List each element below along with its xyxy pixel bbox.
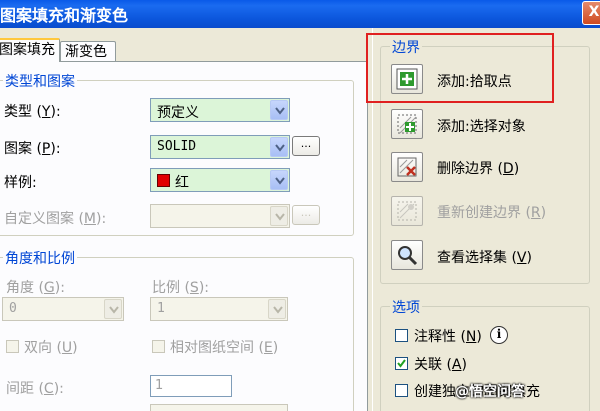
spacing-input-value: 1 <box>155 378 164 393</box>
remove-boundaries-button[interactable] <box>391 152 423 182</box>
title-bar: 图案填充和渐变色 X <box>0 0 600 28</box>
pattern-select[interactable]: SOLID <box>150 135 290 159</box>
chevron-down-icon[interactable] <box>270 100 288 120</box>
annotative-label: 注释性 (N) <box>414 329 482 345</box>
chevron-down-icon[interactable] <box>270 206 288 226</box>
iso-pen-select[interactable] <box>150 404 288 411</box>
create-independent-checkbox[interactable] <box>395 384 408 397</box>
custom-pattern-browse-button[interactable]: ... <box>292 205 320 225</box>
custom-pattern-select[interactable] <box>150 204 290 228</box>
pattern-label: 图案 (P): <box>4 141 61 157</box>
chevron-down-icon[interactable] <box>270 170 288 190</box>
remove-boundaries-label[interactable]: 删除边界 (D) <box>437 158 519 178</box>
chevron-down-icon[interactable] <box>268 299 286 319</box>
type-select-value: 预定义 <box>157 105 199 121</box>
relative-paper-space-label: 相对图纸空间 (E) <box>170 340 279 356</box>
angle-scale-group-label: 角度和比例 <box>3 248 77 268</box>
scale-select-value: 1 <box>157 301 165 316</box>
scale-label: 比例 (S): <box>152 280 209 296</box>
type-select[interactable]: 预定义 <box>150 98 290 122</box>
swatch-color-icon <box>157 174 170 187</box>
checkmark-icon <box>397 359 406 368</box>
swatch-label: 样例: <box>4 175 37 191</box>
swatch-select[interactable]: 红 <box>150 168 290 192</box>
type-label: 类型 (Y): <box>4 104 61 120</box>
pattern-select-value: SOLID <box>157 139 197 154</box>
options-group-label: 选项 <box>390 297 422 317</box>
angle-select[interactable]: 0 <box>2 297 124 321</box>
info-icon[interactable]: i <box>490 326 508 344</box>
double-checkbox[interactable] <box>6 340 19 353</box>
add-select-objects-label[interactable]: 添加:选择对象 <box>437 116 526 136</box>
add-select-objects-icon <box>397 114 417 134</box>
recreate-boundary-icon <box>397 201 417 221</box>
chevron-down-icon[interactable] <box>270 137 288 157</box>
swatch-select-value: 红 <box>175 175 189 191</box>
pattern-browse-button[interactable]: ... <box>292 136 320 156</box>
annotative-checkbox[interactable] <box>395 329 408 342</box>
tab-hatch[interactable]: 图案填充 <box>0 38 60 62</box>
close-button[interactable]: X <box>582 1 600 25</box>
type-pattern-group-label: 类型和图案 <box>3 71 77 91</box>
watermark: @悟空问答 <box>455 384 525 400</box>
associative-checkbox[interactable] <box>395 357 408 370</box>
window-title: 图案填充和渐变色 <box>0 6 129 25</box>
remove-boundaries-icon <box>397 157 417 177</box>
chevron-down-icon[interactable] <box>104 299 122 319</box>
recreate-boundary-button[interactable] <box>391 196 423 226</box>
magnifier-icon <box>398 246 418 266</box>
highlight-box <box>366 33 554 103</box>
scale-select[interactable]: 1 <box>150 297 288 321</box>
custom-pattern-label: 自定义图案 (M): <box>4 211 107 227</box>
add-select-objects-button[interactable] <box>391 109 423 139</box>
tab-gradient[interactable]: 渐变色 <box>60 41 116 63</box>
double-label: 双向 (U) <box>24 340 78 356</box>
angle-select-value: 0 <box>9 301 17 316</box>
spacing-label: 间距 (C): <box>6 381 64 397</box>
relative-paper-space-checkbox[interactable] <box>152 340 165 353</box>
view-selections-button[interactable] <box>391 240 423 270</box>
view-selections-label[interactable]: 查看选择集 (V) <box>437 247 532 267</box>
recreate-boundary-label[interactable]: 重新创建边界 (R) <box>437 202 546 222</box>
associative-label: 关联 (A) <box>414 357 467 373</box>
angle-label: 角度 (G): <box>6 280 65 296</box>
spacing-input[interactable]: 1 <box>150 375 232 397</box>
